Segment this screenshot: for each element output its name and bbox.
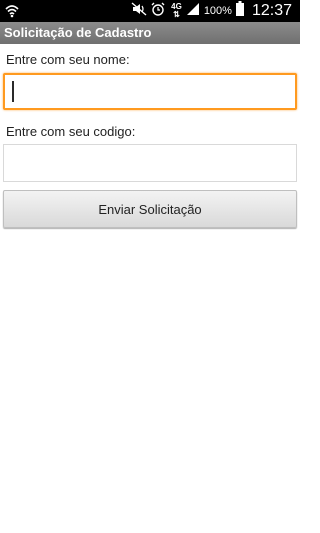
name-input[interactable]	[3, 73, 297, 110]
text-cursor	[12, 81, 14, 102]
alarm-icon	[151, 2, 165, 21]
submit-button[interactable]: Enviar Solicitação	[3, 190, 297, 228]
status-bar: 4G ⇅ 100% 12:37	[0, 0, 300, 22]
data-arrows-icon: ⇅	[173, 10, 180, 19]
app-title: Solicitação de Cadastro	[0, 22, 300, 44]
network-type-indicator: 4G ⇅	[171, 3, 182, 19]
battery-percent: 100%	[203, 5, 232, 17]
wifi-icon	[4, 3, 22, 19]
clock: 12:37	[251, 2, 292, 19]
battery-icon	[235, 1, 244, 21]
mute-icon	[131, 1, 147, 21]
code-input[interactable]	[3, 144, 297, 182]
name-label: Entre com seu nome:	[6, 52, 130, 67]
code-label: Entre com seu codigo:	[6, 124, 136, 139]
signal-icon	[186, 2, 200, 21]
